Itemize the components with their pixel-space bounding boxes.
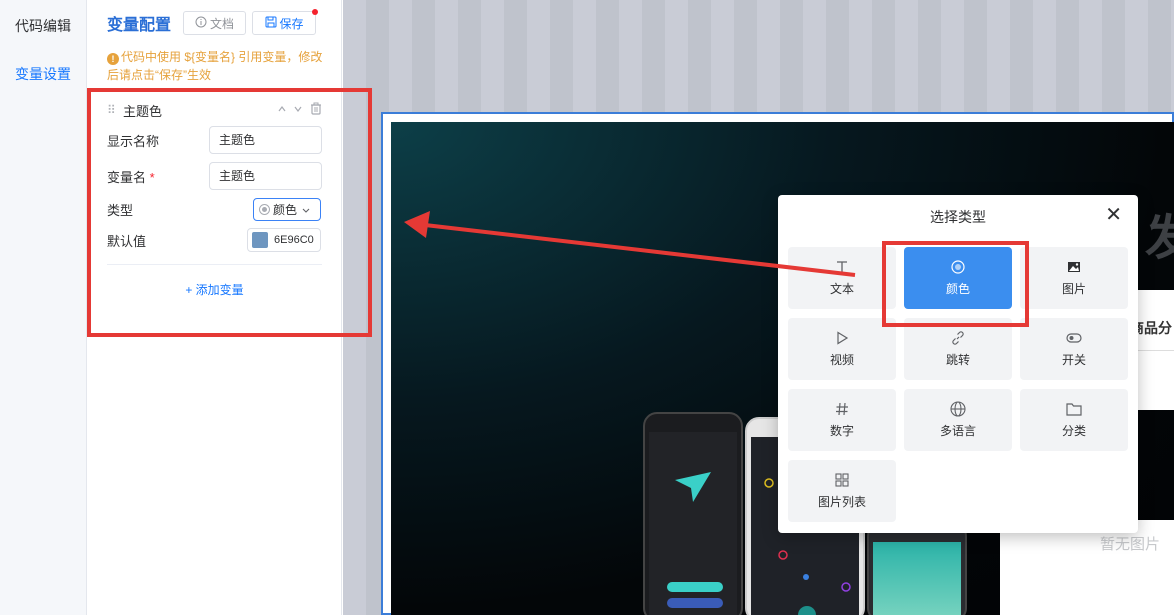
type-tile-image-list[interactable]: 图片列表: [788, 460, 896, 522]
close-icon[interactable]: ✕: [1105, 205, 1122, 225]
hint-text: ! 代码中使用 ${变量名} 引用变量，修改后请点击“保存”生效: [107, 48, 327, 84]
hash-icon: [834, 401, 850, 417]
nav-item-variable-settings[interactable]: 变量设置: [0, 48, 86, 96]
save-button[interactable]: 保存: [252, 9, 319, 35]
type-tile-image[interactable]: 图片: [1020, 247, 1128, 309]
plane-logo-icon: [667, 472, 723, 608]
globe-icon: [950, 401, 966, 417]
annotation-box-color-tile: [882, 241, 1029, 327]
type-tile-link[interactable]: 跳转: [904, 318, 1012, 380]
text-icon: [834, 259, 850, 275]
phone-mockup-left: [643, 412, 743, 615]
save-icon: [265, 16, 277, 31]
type-tile-toggle[interactable]: 开关: [1020, 318, 1128, 380]
modal-title: 选择类型: [930, 209, 986, 225]
image-icon: [1066, 259, 1082, 275]
type-tile-video[interactable]: 视频: [788, 318, 896, 380]
grid-icon: [834, 472, 850, 488]
phone-mockup-right: [867, 522, 967, 615]
nav-item-code-edit[interactable]: 代码编辑: [0, 0, 86, 48]
save-button-label: 保存: [279, 16, 304, 31]
type-tile-label: 视频: [829, 353, 854, 367]
toggle-icon: [1066, 330, 1082, 346]
type-tile-category[interactable]: 分类: [1020, 389, 1128, 451]
type-tile-text[interactable]: 文本: [788, 247, 896, 309]
no-picture-text: 暂无图片: [1100, 536, 1161, 553]
type-tile-label: 跳转: [945, 353, 970, 367]
phone-screen-right: [873, 542, 961, 615]
type-tile-label: 多语言: [939, 424, 976, 438]
panel-title: 变量配置: [107, 17, 172, 34]
type-tile-label: 图片列表: [817, 495, 866, 509]
hint-message: 代码中使用 ${变量名} 引用变量，修改后请点击“保存”生效: [107, 50, 323, 82]
left-nav: 代码编辑 变量设置: [0, 0, 87, 615]
doc-button-label: 文档: [210, 16, 235, 31]
type-tile-label: 文本: [829, 282, 854, 296]
type-tile-label: 分类: [1061, 424, 1086, 438]
video-icon: [834, 330, 850, 346]
phone-screen-left: [649, 432, 737, 615]
type-tile-label: 图片: [1061, 282, 1086, 296]
doc-button[interactable]: 文档: [183, 11, 247, 35]
type-tile-multilang[interactable]: 多语言: [904, 389, 1012, 451]
folder-icon: [1066, 401, 1082, 417]
type-tile-label: 数字: [829, 424, 854, 438]
preview-heading-char: 发: [1145, 212, 1174, 265]
unsaved-dot: [312, 9, 319, 15]
type-tile-label: 开关: [1061, 353, 1086, 367]
warning-icon: !: [107, 53, 119, 65]
type-tile-number[interactable]: 数字: [788, 389, 896, 451]
info-icon: [195, 16, 207, 31]
link-icon: [950, 330, 966, 346]
annotation-box-variable: [87, 88, 372, 337]
panel-header: 变量配置 文档 保存: [107, 9, 322, 35]
